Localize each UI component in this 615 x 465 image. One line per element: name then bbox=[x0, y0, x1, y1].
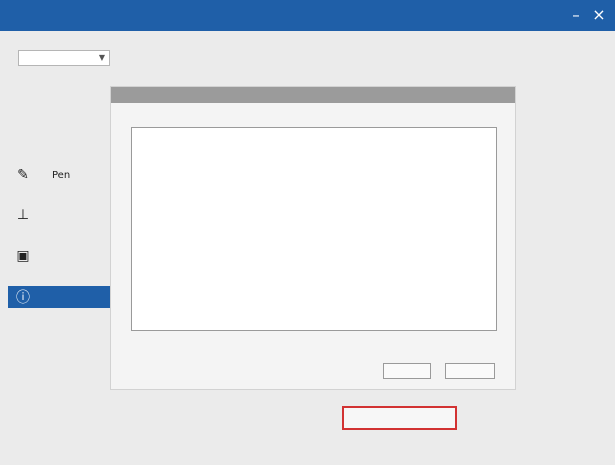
close-button[interactable]: × bbox=[590, 6, 608, 24]
chevron-down-icon: ▼ bbox=[98, 53, 105, 62]
sidebar-item-about[interactable]: ⓘ bbox=[8, 286, 112, 308]
pen-icon: ✎ bbox=[17, 167, 29, 183]
diagnostics-tools-button[interactable] bbox=[342, 406, 457, 430]
title-bar: – × bbox=[0, 0, 615, 31]
sidebar-item-monitor[interactable]: ▣ bbox=[8, 245, 112, 267]
device-select[interactable]: ▼ bbox=[18, 50, 110, 66]
diagnostics-log[interactable] bbox=[131, 127, 497, 331]
dialog-title-bar bbox=[111, 87, 515, 103]
minimize-button[interactable]: – bbox=[567, 6, 585, 24]
sidebar-item-pen[interactable]: ✎ Pen bbox=[8, 164, 112, 186]
monitor-icon: ▣ bbox=[16, 248, 30, 264]
info-icon: ⓘ bbox=[16, 290, 30, 306]
primary-button[interactable] bbox=[445, 363, 495, 379]
sidebar-item-label: Pen bbox=[52, 169, 71, 181]
sidebar-item-mapping[interactable]: ⊥ bbox=[8, 204, 112, 226]
diagnostics-dialog bbox=[110, 86, 516, 390]
disabled-button bbox=[383, 363, 431, 379]
mapping-icon: ⊥ bbox=[16, 207, 30, 223]
